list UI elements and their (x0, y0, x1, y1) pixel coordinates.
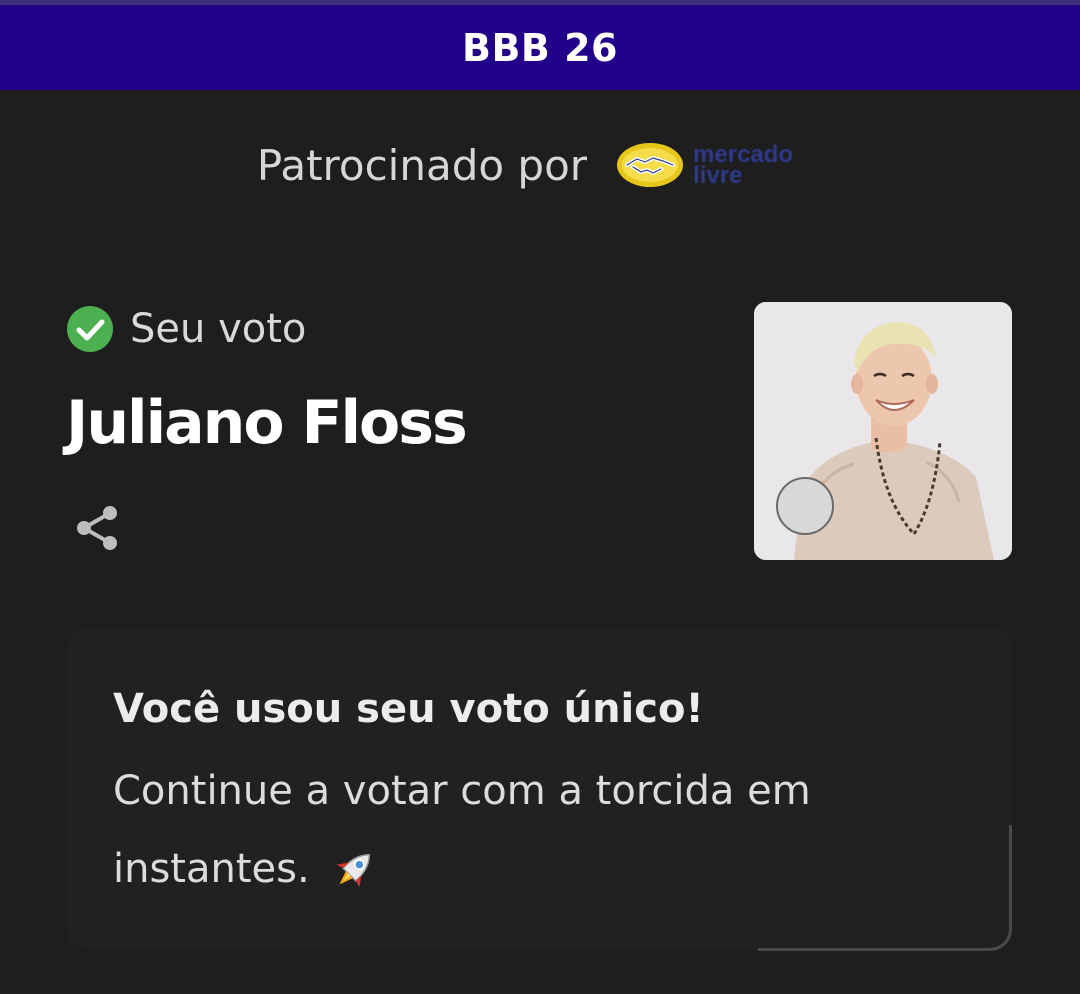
sponsor-label: Patrocinado por (256, 140, 588, 190)
mercado-livre-logo[interactable]: mercado livre (615, 141, 793, 189)
share-icon (77, 506, 117, 550)
check-circle-icon (67, 306, 113, 352)
vote-status-row: Seu voto (66, 305, 306, 353)
message-body-line-2-row: instantes. (113, 830, 913, 908)
rocket-icon (337, 853, 371, 888)
header-bar: BBB 26 (0, 5, 1080, 90)
sponsor-row: Patrocinado por mercado livre (0, 128, 1080, 202)
share-button[interactable] (70, 500, 126, 556)
handshake-icon (617, 143, 684, 187)
message-body: Continue a votar com a torcida em instan… (113, 752, 913, 908)
photo-select-toggle[interactable] (776, 477, 834, 535)
header-title: BBB 26 (461, 25, 618, 70)
brand-line-2: livre (693, 162, 743, 189)
message-title: Você usou seu voto único! (113, 686, 704, 732)
page: BBB 26 Patrocinado por mercado livre Seu… (0, 0, 1080, 994)
candidate-name: Juliano Floss (66, 388, 468, 458)
mercado-livre-wordmark: mercado livre (693, 143, 793, 189)
vote-status-label: Seu voto (130, 306, 307, 352)
message-body-line-2: instantes. (113, 846, 310, 892)
message-body-line-1: Continue a votar com a torcida em (113, 768, 811, 814)
